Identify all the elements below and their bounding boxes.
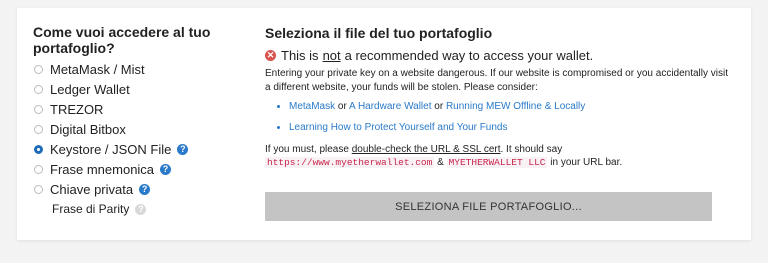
option-parity-phrase[interactable]: Frase di Parity ? [33,199,253,219]
warning-line: ✕ This is not a recommended way to acces… [265,48,735,63]
help-icon[interactable]: ? [160,163,172,175]
url-check-paragraph: If you must, please double-check the URL… [265,143,735,169]
radio-checked-icon[interactable] [34,144,43,154]
radio-icon[interactable] [34,84,43,94]
access-options: MetaMask / Mist Ledger Wallet TREZOR Dig… [33,59,253,219]
file-panel-heading: Seleziona il file del tuo portafoglio [265,25,493,41]
error-x-icon: ✕ [265,50,276,61]
alternatives-list: MetaMask or A Hardware Wallet or Running… [265,101,735,133]
select-wallet-file-button[interactable]: SELEZIONA FILE PORTAFOGLIO... [265,192,712,221]
warning-text: a recommended way to access your wallet. [344,48,594,63]
ssl-check-text: double-check the URL & SSL cert [351,144,501,155]
option-label: TREZOR [50,101,104,117]
url-bar-text: in your URL bar. [550,157,623,168]
access-method-heading: Come vuoi accedere al tuo portafoglio? [33,24,211,56]
radio-icon[interactable] [34,164,43,174]
warning-paragraph: Entering your private key on a website d… [265,68,729,93]
learning-link[interactable]: Learning How to Protect Yourself and You… [289,122,507,133]
help-icon[interactable]: ? [135,203,147,215]
option-digital-bitbox[interactable]: Digital Bitbox [33,119,253,139]
mew-offline-link[interactable]: Running MEW Offline & Locally [446,101,585,112]
radio-icon[interactable] [34,104,43,114]
option-label: Digital Bitbox [50,121,126,137]
or-text: or [337,101,347,112]
help-icon[interactable]: ? [177,143,189,155]
option-label: Keystore / JSON File [50,141,172,157]
radio-icon[interactable] [34,124,43,134]
list-item: MetaMask or A Hardware Wallet or Running… [289,101,735,112]
option-label: Frase mnemonica [50,161,155,177]
option-label: Frase di Parity [52,202,130,216]
access-wallet-card: Come vuoi accedere al tuo portafoglio? M… [17,8,751,240]
warning-text: This is [281,48,319,63]
option-trezor[interactable]: TREZOR [33,99,253,119]
help-icon[interactable]: ? [139,183,151,195]
option-mnemonic[interactable]: Frase mnemonica ? [33,159,253,179]
option-private-key[interactable]: Chiave privata ? [33,179,253,199]
must-text: . It should say [500,144,563,155]
metamask-link[interactable]: MetaMask [289,101,335,112]
option-ledger[interactable]: Ledger Wallet [33,79,253,99]
access-method-panel: Come vuoi accedere al tuo portafoglio? M… [33,24,253,219]
radio-icon[interactable] [34,184,43,194]
option-label: Chiave privata [50,181,134,197]
option-metamask[interactable]: MetaMask / Mist [33,59,253,79]
amp-text: & [437,157,444,168]
must-text: If you must, please [265,144,349,155]
or-text: or [434,101,444,112]
file-select-panel: Seleziona il file del tuo portafoglio ✕ … [265,24,735,169]
option-keystore[interactable]: Keystore / JSON File ? [33,139,253,159]
option-label: Ledger Wallet [50,81,130,97]
warning-not: not [322,48,341,63]
url-code: https://www.myetherwallet.com [265,157,435,168]
option-label: MetaMask / Mist [50,61,145,77]
hardware-wallet-link[interactable]: A Hardware Wallet [349,101,431,112]
cert-code: MYETHERWALLET LLC [446,157,548,168]
radio-icon[interactable] [34,64,43,74]
list-item: Learning How to Protect Yourself and You… [289,122,735,133]
